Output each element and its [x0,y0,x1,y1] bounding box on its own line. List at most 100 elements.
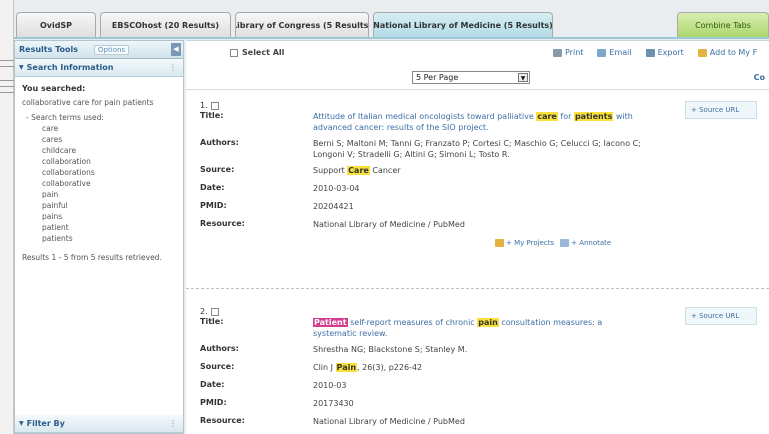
tab-label: Combine Tabs [695,21,751,30]
search-term: care [42,124,59,133]
collapse-left-icon[interactable]: ◀ [171,43,181,56]
tab-label: Library of Congress (5 Results) [235,21,369,30]
field-label: Source: [200,165,235,174]
per-page-value: 5 Per Page [416,73,459,82]
search-term: patients [42,234,73,243]
record-title-link[interactable]: Attitude of Italian medical oncologists … [313,111,643,133]
tab-national-library-of-medicine[interactable]: National Library of Medicine (5 Results) [373,12,553,38]
highlight-term: Care [347,166,370,175]
record-checkbox[interactable] [210,101,219,110]
record-checkbox[interactable] [210,307,219,316]
folder-icon [697,48,707,57]
source-text: Clin J [313,363,336,372]
source-row: Source: Clin J Pain, 26(3), p226-42 [200,362,680,373]
date-value: 2010-03-04 [313,184,360,193]
title-text: Attitude of Italian medical oncologists … [313,112,537,121]
options-button[interactable]: Options [94,44,130,55]
printer-icon [553,48,562,57]
my-projects-label: + My Projects [506,239,555,247]
source-value: Clin J Pain, 26(3), p226-42 [313,362,643,373]
search-information-body: You searched: collaborative care for pai… [15,77,183,269]
field-label: Date: [200,183,225,192]
highlight-term: Pain [335,363,358,372]
field-label: Date: [200,380,225,389]
pmid-value: 20204421 [313,202,354,211]
field-label: PMID: [200,398,227,407]
field-label: PMID: [200,201,227,210]
divider [186,89,769,90]
chevron-down-icon: ▼ [518,73,528,82]
source-text: Cancer [369,166,401,175]
combine-tabs-button[interactable]: Combine Tabs [677,12,769,38]
result-record: 2. Title: Patient self-report measures o… [200,307,769,434]
annotate-label: + Annotate [571,239,612,247]
search-term: painful [42,201,68,210]
email-button[interactable]: Email [597,48,632,57]
highlight-term: patients [573,112,614,121]
field-label: Authors: [200,138,239,147]
search-term: pain [42,190,59,199]
search-terms-title: - Search terms used: [26,113,104,122]
screenshot-root: OvidSP EBSCOhost (20 Results) Library of… [0,0,769,434]
annotate-link[interactable]: + Annotate [560,239,611,247]
tab-bar: OvidSP EBSCOhost (20 Results) Library of… [14,8,769,38]
toolbar-actions: Print Email Export Add to My F [553,48,757,57]
tab-ovidsp[interactable]: OvidSP [16,12,96,38]
filter-by-header[interactable]: ▼ Filter By ⋮ [15,415,183,433]
section-handle-icon: ⋮ [169,419,177,428]
resource-row: Resource: National Library of Medicine /… [200,219,680,230]
record-separator [186,288,769,289]
authors-row: Authors: Berni S; Maltoni M; Tanni G; Fr… [200,138,680,160]
source-url-label: + Source URL [691,312,740,320]
title-row: Title: Attitude of Italian medical oncol… [200,111,680,133]
date-row: Date: 2010-03-04 [200,183,680,194]
per-page-select[interactable]: 5 Per Page ▼ [412,71,530,84]
tab-underline [14,37,769,39]
date-value: 2010-03 [313,381,347,390]
source-row: Source: Support Care Cancer [200,165,680,176]
highlight-term: care [536,112,558,121]
title-text: self-report measures of chronic [347,318,478,327]
source-text: , 26(3), p226-42 [357,363,423,372]
search-term: patient [42,223,69,232]
title-text: for [557,112,574,121]
results-main: Select All Print Email Export Add to My … [186,40,769,434]
export-button[interactable]: Export [645,48,684,57]
search-information-header[interactable]: ▼ Search Information ⋮ [15,59,183,77]
results-tools-panel: Results Tools Options ◀ ▼ Search Informa… [14,40,184,434]
select-all-label: Select All [242,48,285,57]
result-record: 1. Title: Attitude of Italian medical on… [200,101,769,291]
field-label: Resource: [200,416,245,425]
results-tools-header: Results Tools Options ◀ [15,41,183,59]
title-row: Title: Patient self-report measures of c… [200,317,680,339]
you-searched-label: You searched: [22,84,86,93]
source-url-button[interactable]: + Source URL [685,101,757,119]
print-label: Print [565,48,584,57]
expand-arrow-icon: ▼ [19,420,24,427]
tab-label: EBSCOhost (20 Results) [111,21,220,30]
tab-library-of-congress[interactable]: Library of Congress (5 Results) [235,12,369,38]
resource-value: National Library of Medicine / PubMed [313,417,465,426]
add-to-my-projects-button[interactable]: Add to My F [697,48,757,57]
select-all[interactable]: Select All [230,48,284,57]
source-url-button[interactable]: + Source URL [685,307,757,325]
field-label: Resource: [200,219,245,228]
select-all-checkbox[interactable] [230,48,238,57]
authors-value: Shrestha NG; Blackstone S; Stanley M. [313,345,468,354]
note-icon [560,239,570,247]
background-window-edge [0,0,14,434]
pmid-row: PMID: 20173430 [200,398,680,409]
authors-value: Berni S; Maltoni M; Tanni G; Franzato P;… [313,139,641,159]
search-term: collaborations [42,168,95,177]
my-projects-link[interactable]: + My Projects [495,239,554,247]
field-label: Title: [200,317,224,326]
resource-row: Resource: National Library of Medicine /… [200,416,680,427]
tab-ebscohost[interactable]: EBSCOhost (20 Results) [100,12,231,38]
record-title-link[interactable]: Patient self-report measures of chronic … [313,317,643,339]
tab-label: OvidSP [39,21,73,30]
highlight-term: pain [477,318,499,327]
source-text: Support [313,166,348,175]
highlight-term: Patient [313,318,348,327]
print-button[interactable]: Print [553,48,583,57]
collapse-link[interactable]: Co [754,73,765,82]
